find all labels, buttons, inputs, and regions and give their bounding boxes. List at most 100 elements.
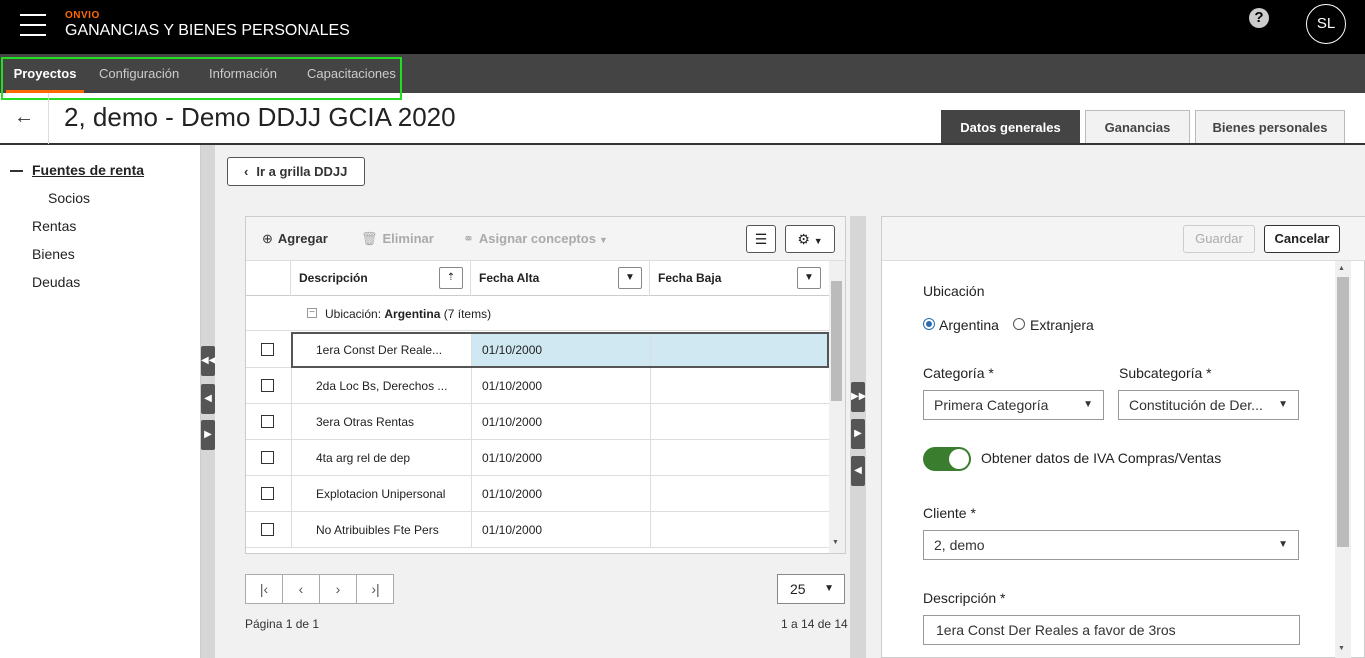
column-fecha-alta[interactable]: Fecha Alta ▼ <box>471 261 650 296</box>
scroll-down-icon[interactable]: ▼ <box>832 539 839 546</box>
cell-fecha-alta: 01/10/2000 <box>471 512 650 548</box>
radio-argentina[interactable] <box>923 318 935 330</box>
expand-right-icon[interactable]: ▶ <box>201 420 215 450</box>
cell-fecha-baja <box>650 512 829 548</box>
trash-icon: 🗑 <box>361 231 378 246</box>
collapse-left-icon[interactable]: ◀ <box>201 384 215 414</box>
add-button[interactable]: ⊕ Agregar <box>262 231 328 247</box>
brand-logo: ONVIO <box>65 10 100 21</box>
left-sidebar <box>0 145 201 658</box>
column-descripcion[interactable]: Descripción ⇡ <box>291 261 471 296</box>
sort-ascending-icon[interactable]: ⇡ <box>439 267 463 289</box>
cell-fecha-baja <box>650 368 829 404</box>
scroll-down-icon[interactable]: ▼ <box>1338 645 1345 652</box>
delete-button[interactable]: 🗑 Eliminar <box>361 231 434 247</box>
sidebar-item-bienes[interactable]: Bienes <box>32 246 75 262</box>
table-row[interactable]: Explotacion Unipersonal 01/10/2000 <box>246 476 829 512</box>
table-row[interactable]: No Atribuibles Fte Pers 01/10/2000 <box>246 512 829 548</box>
collapse-group-icon[interactable]: − <box>307 308 317 318</box>
cell-descripcion: 1era Const Der Reale... <box>291 332 471 368</box>
cell-fecha-alta: 01/10/2000 <box>471 404 650 440</box>
subcategoria-select[interactable]: Constitución de Der... ▼ <box>1118 390 1299 420</box>
tab-datos-generales[interactable]: Datos generales <box>941 110 1080 143</box>
table-row[interactable]: 4ta arg rel de dep 01/10/2000 <box>246 440 829 476</box>
grid-scrollbar-thumb[interactable] <box>831 281 842 401</box>
first-page-icon[interactable]: |‹ <box>246 575 283 603</box>
group-value: Argentina <box>384 307 441 321</box>
grid-scrollbar[interactable]: ▼ <box>829 261 845 553</box>
group-key: Ubicación: <box>325 307 382 321</box>
table-row[interactable]: 1era Const Der Reale... 01/10/2000 <box>246 332 829 368</box>
ir-a-grilla-button[interactable]: ‹ Ir a grilla DDJJ <box>227 157 365 186</box>
row-checkbox[interactable] <box>261 487 274 500</box>
table-row[interactable]: 3era Otras Rentas 01/10/2000 <box>246 404 829 440</box>
delete-label: Eliminar <box>382 231 434 246</box>
collapse-all-icon[interactable]: ◀◀ <box>201 346 216 376</box>
page-size-select[interactable]: 25 ▼ <box>777 574 845 604</box>
sidebar-item-socios[interactable]: Socios <box>48 190 90 206</box>
column-menu-icon[interactable]: ▼ <box>797 267 821 289</box>
descripcion-input[interactable]: 1era Const Der Reales a favor de 3ros <box>923 615 1300 645</box>
expand-all-icon[interactable]: ▶▶ <box>851 382 866 412</box>
page-info: Página 1 de 1 <box>245 617 320 631</box>
cell-descripcion: No Atribuibles Fte Pers <box>291 512 471 548</box>
grid-toolbar: ⊕ Agregar 🗑 Eliminar ⚭ Asignar conceptos ▼ ☰… <box>246 217 845 261</box>
descripcion-label: Descripción * <box>923 590 1006 606</box>
form-toolbar: Guardar Cancelar <box>882 217 1365 261</box>
plus-circle-icon: ⊕ <box>262 231 273 246</box>
group-row[interactable]: − Ubicación: Argentina (7 ítems) <box>246 297 829 331</box>
row-checkbox[interactable] <box>261 451 274 464</box>
expand-right-icon[interactable]: ▶ <box>851 419 865 449</box>
tab-bienes-personales[interactable]: Bienes personales <box>1195 110 1345 143</box>
table-row[interactable]: 2da Loc Bs, Derechos ... 01/10/2000 <box>246 368 829 404</box>
cliente-select[interactable]: 2, demo ▼ <box>923 530 1299 560</box>
pagination: |‹ ‹ › ›| <box>245 574 394 604</box>
add-label: Agregar <box>277 231 328 246</box>
cell-descripcion: 3era Otras Rentas <box>291 404 471 440</box>
row-checkbox[interactable] <box>261 343 274 356</box>
ir-a-grilla-label: Ir a grilla DDJJ <box>256 164 348 179</box>
save-button[interactable]: Guardar <box>1183 225 1255 253</box>
assign-concepts-button[interactable]: ⚭ Asignar conceptos ▼ <box>463 231 608 247</box>
tab-ganancias[interactable]: Ganancias <box>1085 110 1190 143</box>
categoria-select[interactable]: Primera Categoría ▼ <box>923 390 1104 420</box>
page-title: 2, demo - Demo DDJJ GCIA 2020 <box>64 102 456 132</box>
list-view-icon[interactable]: ☰ <box>746 225 776 253</box>
cell-fecha-baja <box>650 440 829 476</box>
settings-gear-icon[interactable]: ⚙ ▼ <box>785 225 835 253</box>
row-checkbox[interactable] <box>261 415 274 428</box>
scroll-up-icon[interactable]: ▲ <box>1338 265 1345 272</box>
prev-page-icon[interactable]: ‹ <box>283 575 320 603</box>
radio-extranjera[interactable] <box>1013 318 1025 330</box>
next-page-icon[interactable]: › <box>320 575 357 603</box>
hamburger-menu-icon[interactable] <box>20 14 46 36</box>
categoria-label: Categoría * <box>923 365 994 381</box>
form-scrollbar[interactable]: ▲ ▼ <box>1335 261 1351 658</box>
cell-descripcion: Explotacion Unipersonal <box>291 476 471 512</box>
radio-argentina-label[interactable]: Argentina <box>939 317 999 333</box>
subcategoria-label: Subcategoría * <box>1119 365 1212 381</box>
iva-toggle[interactable] <box>923 447 971 471</box>
collapse-left-icon[interactable]: ◀ <box>851 456 865 486</box>
radio-extranjera-label[interactable]: Extranjera <box>1030 317 1094 333</box>
sidebar-item-fuentes-de-renta[interactable]: Fuentes de renta <box>32 162 144 178</box>
cell-fecha-alta: 01/10/2000 <box>471 476 650 512</box>
cell-descripcion: 4ta arg rel de dep <box>291 440 471 476</box>
toggle-knob <box>949 449 969 469</box>
cancel-button[interactable]: Cancelar <box>1264 225 1340 253</box>
row-checkbox[interactable] <box>261 523 274 536</box>
sidebar-item-rentas[interactable]: Rentas <box>32 218 76 234</box>
row-checkbox[interactable] <box>261 379 274 392</box>
group-count: (7 ítems) <box>443 307 492 321</box>
back-arrow-icon[interactable]: ← <box>0 93 49 144</box>
user-avatar[interactable]: SL <box>1306 4 1346 44</box>
app-title: GANANCIAS Y BIENES PERSONALES <box>65 22 350 39</box>
column-menu-icon[interactable]: ▼ <box>618 267 642 289</box>
help-icon[interactable]: ? <box>1249 8 1269 28</box>
form-scrollbar-thumb[interactable] <box>1337 277 1349 547</box>
chevron-down-icon: ▼ <box>1278 399 1288 410</box>
sidebar-item-deudas[interactable]: Deudas <box>32 274 80 290</box>
select-column-header <box>246 261 291 296</box>
column-fecha-baja[interactable]: Fecha Baja ▼ <box>650 261 829 296</box>
last-page-icon[interactable]: ›| <box>357 575 394 603</box>
